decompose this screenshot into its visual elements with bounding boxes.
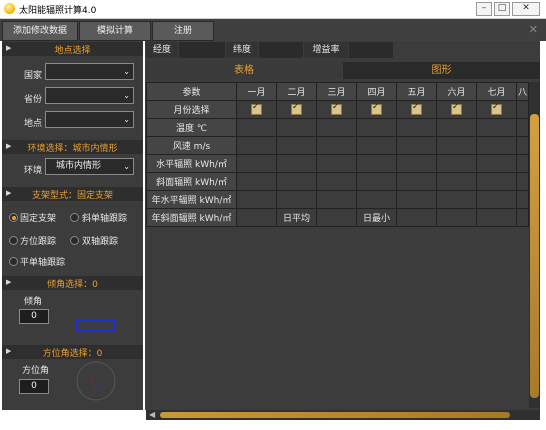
tilt-input[interactable]: 0 — [19, 309, 49, 324]
country-label: 国家 — [24, 71, 43, 81]
latitude-field[interactable] — [259, 42, 303, 58]
horizontal-scroll-thumb[interactable] — [160, 412, 510, 418]
table-row: 月份选择 — [146, 100, 529, 119]
chevron-down-icon: ⌄ — [123, 162, 130, 171]
column-header: 六月 — [436, 82, 477, 101]
maximize-button[interactable]: □ — [494, 2, 510, 16]
tilt-preview-icon — [76, 320, 116, 332]
column-header: 三月 — [316, 82, 357, 101]
row-label: 水平辐照 kWh/㎡ — [146, 154, 237, 173]
radio-tilted-single-axis[interactable] — [70, 213, 79, 222]
radio-azimuth-tracking[interactable] — [9, 236, 18, 245]
azimuth-label: 方位角 — [22, 366, 50, 376]
mount-section-header[interactable]: ▶ 支架型式：固定支架 — [2, 187, 143, 201]
close-button[interactable]: ✕ — [512, 2, 540, 16]
country-select[interactable]: ⌄ — [45, 63, 134, 80]
location-section-header[interactable]: ▶ 地点选择 — [2, 42, 143, 56]
month-checkbox[interactable] — [411, 102, 422, 115]
row-label: 斜面辐照 kWh/㎡ — [146, 172, 237, 191]
window-title: 太阳能辐照计算4.0 — [19, 6, 97, 16]
place-label: 地点 — [24, 119, 43, 129]
azimuth-input[interactable]: 0 — [19, 379, 49, 394]
sun-icon — [4, 3, 15, 14]
column-header: 七月 — [476, 82, 517, 101]
daily-minimum-cell: 日最小 — [356, 208, 397, 227]
title-bar: 太阳能辐照计算4.0 – □ ✕ — [0, 0, 546, 19]
menu-edit-data[interactable]: 添加修改数据 — [2, 21, 78, 41]
radio-flat-single-axis[interactable] — [9, 257, 18, 266]
column-header: 参数 — [146, 82, 237, 101]
longitude-field[interactable] — [179, 42, 225, 58]
table-row: 年斜面辐照 kWh/㎡ 日平均 日最小 — [146, 208, 529, 227]
tab-table[interactable]: 表格 — [146, 62, 342, 79]
gain-label: 增益率 — [304, 42, 348, 58]
table-row: 年水平辐照 kWh/㎡ — [146, 190, 529, 209]
azimuth-section-header[interactable]: ▶ 方位角选择：0 — [2, 345, 143, 359]
menu-bar: 添加修改数据 模拟计算 注册 ✕ — [0, 19, 546, 41]
radio-azimuth-tracking-label: 方位跟踪 — [20, 237, 57, 247]
month-checkbox[interactable] — [291, 102, 302, 115]
month-checkbox[interactable] — [251, 102, 262, 115]
close-icon[interactable]: ✕ — [529, 23, 538, 36]
row-label: 年斜面辐照 kWh/㎡ — [146, 208, 237, 227]
radio-fixed-label: 固定支架 — [20, 214, 57, 224]
tilt-label: 倾角 — [24, 297, 43, 307]
table-header-row: 参数 一月 二月 三月 四月 五月 六月 七月 八 — [146, 82, 529, 101]
month-checkbox[interactable] — [331, 102, 342, 115]
table-row: 水平辐照 kWh/㎡ — [146, 154, 529, 173]
vertical-scrollbar[interactable] — [529, 82, 540, 408]
radio-dual-axis-label: 双轴跟踪 — [82, 237, 119, 247]
row-label: 年水平辐照 kWh/㎡ — [146, 190, 237, 209]
radio-dual-axis[interactable] — [70, 236, 79, 245]
tab-chart[interactable]: 图形 — [343, 62, 540, 79]
menu-register[interactable]: 注册 — [152, 21, 214, 41]
settings-panel: ▶ 地点选择 国家 ⌄ 省份 ⌄ 地点 ⌄ ▶ 环境选择：城市内情形 环境 城市… — [2, 41, 143, 410]
longitude-label: 经度 — [146, 42, 178, 58]
column-header: 四月 — [356, 82, 397, 101]
row-label: 月份选择 — [146, 100, 237, 119]
column-header: 二月 — [276, 82, 317, 101]
chevron-down-icon: ⌄ — [123, 67, 130, 76]
column-header: 一月 — [236, 82, 277, 101]
province-select[interactable]: ⌄ — [45, 87, 134, 104]
table-row: 温度 ℃ — [146, 118, 529, 137]
place-select[interactable]: ⌄ — [45, 111, 134, 128]
vertical-scroll-thumb[interactable] — [530, 114, 539, 398]
radio-flat-single-axis-label: 平单轴跟踪 — [20, 258, 66, 268]
menu-simulate[interactable]: 模拟计算 — [79, 21, 151, 41]
horizontal-scrollbar[interactable]: ◀ — [146, 410, 540, 420]
minimize-button[interactable]: – — [476, 2, 492, 16]
column-header: 五月 — [396, 82, 437, 101]
data-table: 参数 一月 二月 三月 四月 五月 六月 七月 八 月份选择 温度 ℃ 风速 m… — [146, 82, 529, 227]
province-label: 省份 — [24, 95, 43, 105]
scroll-left-arrow-icon[interactable]: ◀ — [149, 410, 155, 420]
month-checkbox[interactable] — [371, 102, 382, 115]
environment-label: 环境 — [24, 166, 43, 176]
column-header: 八 — [516, 82, 529, 101]
tilt-section-header[interactable]: ▶ 倾角选择：0 — [2, 276, 143, 290]
radio-fixed[interactable] — [9, 213, 18, 222]
daily-average-cell: 日平均 — [276, 208, 317, 227]
compass-icon — [76, 361, 116, 401]
month-checkbox[interactable] — [451, 102, 462, 115]
chevron-down-icon: ⌄ — [123, 115, 130, 124]
latitude-label: 纬度 — [226, 42, 258, 58]
row-label: 风速 m/s — [146, 136, 237, 155]
chevron-down-icon: ⌄ — [123, 91, 130, 100]
gain-field[interactable] — [349, 42, 393, 58]
month-checkbox[interactable] — [491, 102, 502, 115]
table-row: 斜面辐照 kWh/㎡ — [146, 172, 529, 191]
table-row: 风速 m/s — [146, 136, 529, 155]
environment-select[interactable]: 城市内情形 ⌄ — [45, 158, 134, 175]
row-label: 温度 ℃ — [146, 118, 237, 137]
radio-tilted-single-axis-label: 斜单轴跟踪 — [82, 214, 128, 224]
environment-section-header[interactable]: ▶ 环境选择：城市内情形 — [2, 140, 143, 154]
